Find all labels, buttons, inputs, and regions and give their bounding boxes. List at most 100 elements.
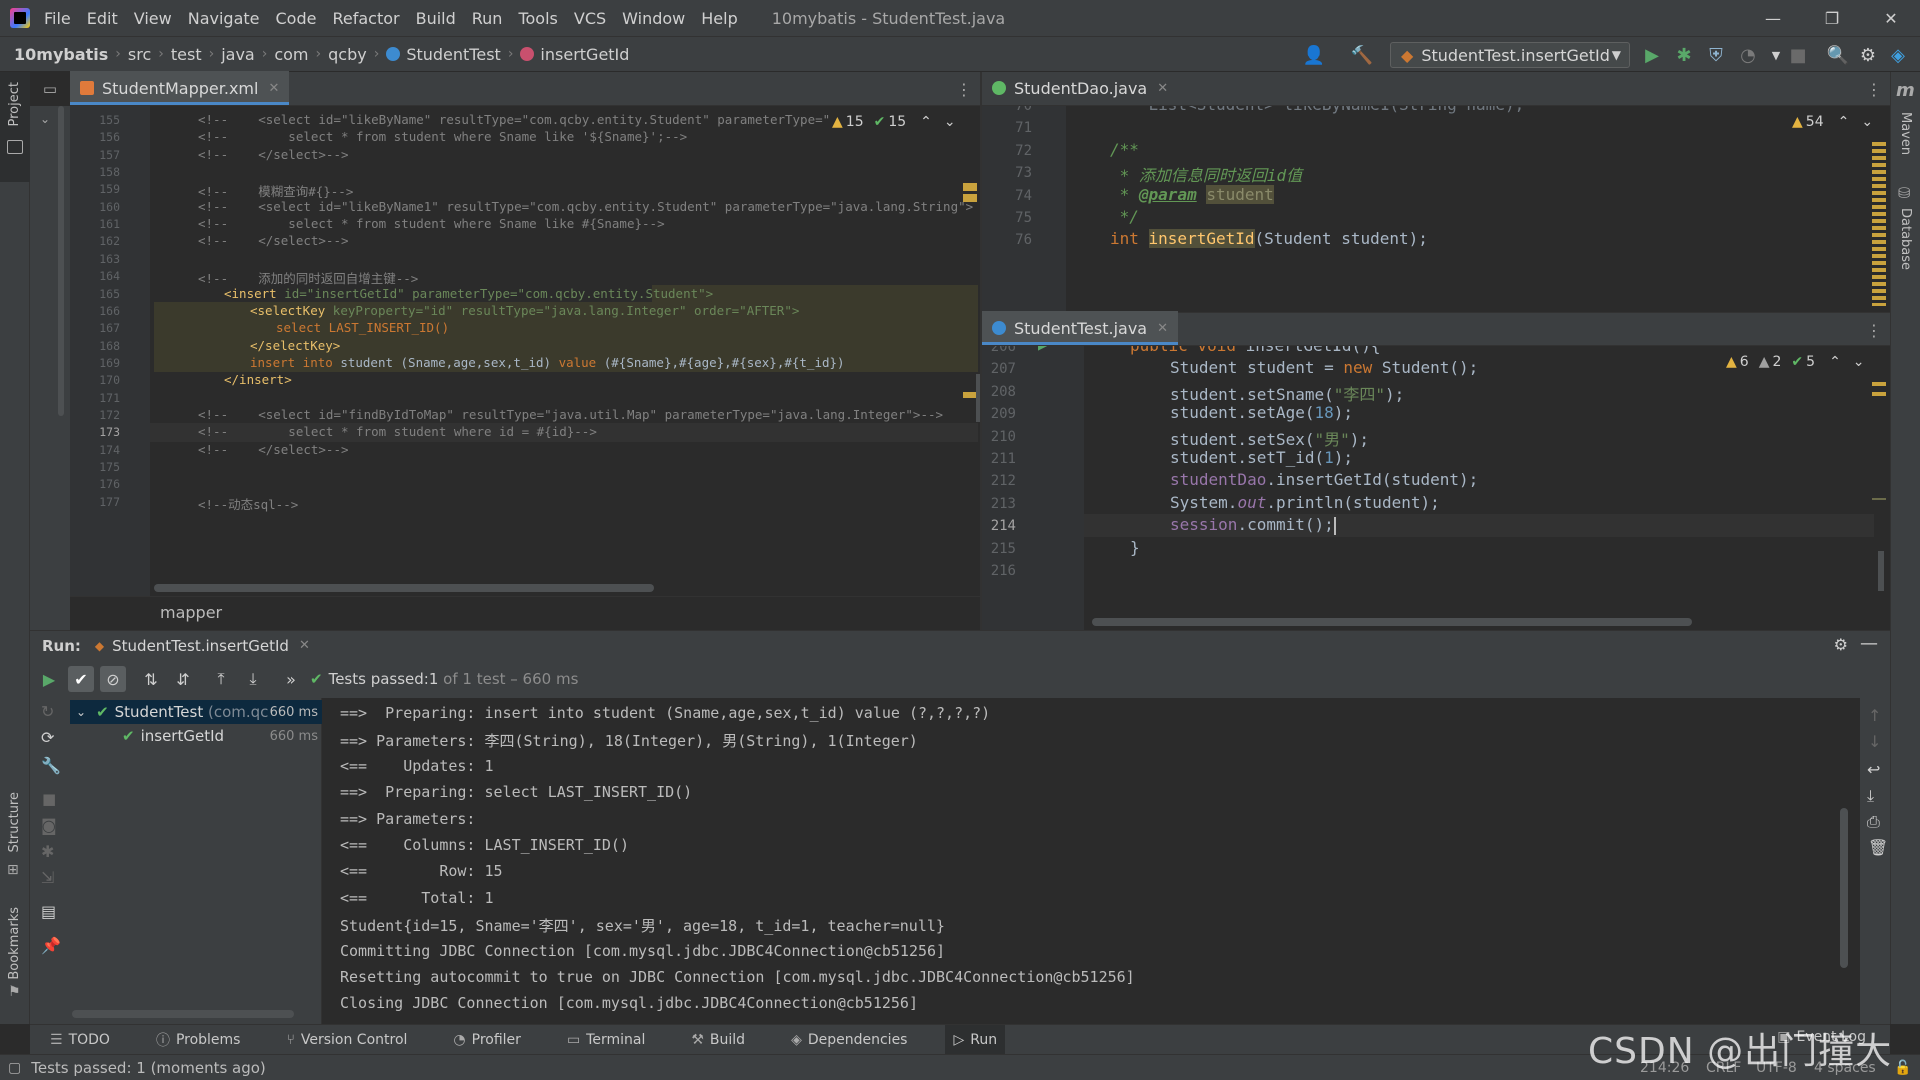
tree-horizontal-scrollbar[interactable] — [72, 1010, 294, 1018]
test-horizontal-scrollbar[interactable] — [1092, 618, 1692, 626]
breadcrumb-src[interactable]: src — [128, 45, 151, 64]
test-code-editor[interactable]: 206 public void insertGetId(){207 Student … — [982, 346, 1890, 630]
close-icon[interactable]: ✕ — [268, 81, 279, 96]
menu-refactor[interactable]: Refactor — [332, 9, 399, 28]
tool-build[interactable]: ⚒ Build — [683, 1025, 753, 1055]
warning-marker[interactable] — [1872, 382, 1886, 386]
menu-vcs[interactable]: VCS — [574, 9, 606, 28]
breadcrumb-com[interactable]: com — [274, 45, 308, 64]
dao-code-editor[interactable]: 70 List<Student> likeByName1(String name… — [982, 106, 1890, 312]
minimize-panel-icon[interactable]: — — [1860, 633, 1878, 654]
soft-wrap-icon[interactable]: ↩ — [1867, 760, 1880, 779]
close-window-button[interactable]: ✕ — [1862, 0, 1920, 36]
print-icon[interactable]: ⎙ — [1867, 812, 1880, 832]
sort-alpha-icon[interactable]: ⇅ — [138, 666, 164, 692]
tool-run[interactable]: ▷ Run — [945, 1024, 1006, 1055]
tree-row-test[interactable]: ✔ insertGetId 660 ms — [70, 724, 322, 748]
xml-code-editor[interactable]: 155 <!-- <select id="likeByName" resultTy… — [70, 106, 980, 596]
warning-marker[interactable] — [963, 194, 977, 202]
project-tool-tab[interactable]: Project — [0, 72, 30, 182]
breadcrumb-project[interactable]: 10mybatis — [14, 45, 108, 64]
database-tool-label[interactable]: Database — [1898, 208, 1913, 270]
xml-horizontal-scrollbar[interactable] — [154, 584, 654, 592]
breadcrumb-java[interactable]: java — [221, 45, 255, 64]
profile-icon[interactable]: ◔ — [1736, 43, 1760, 67]
run-configuration-select[interactable]: ◆ StudentTest.insertGetId ▼ — [1390, 42, 1630, 68]
dao-inspection-widget[interactable]: ▲ 54 ⌃ ⌄ — [1792, 114, 1873, 130]
search-icon[interactable]: 🔍 — [1826, 43, 1850, 67]
chevron-down-icon[interactable]: ⌄ — [1861, 114, 1873, 130]
tab-studentmapper-xml[interactable]: StudentMapper.xml ✕ — [70, 71, 290, 105]
menu-window[interactable]: Window — [622, 9, 685, 28]
user-icon[interactable]: 👤 — [1302, 43, 1326, 67]
chevron-up-icon[interactable]: ⌃ — [1838, 114, 1850, 130]
tree-row-suite[interactable]: ⌄ ✔ StudentTest (com.qc 660 ms — [70, 700, 322, 724]
restore-button[interactable]: ❐ — [1803, 0, 1861, 36]
pin-icon[interactable]: 📌 — [41, 936, 61, 955]
chevron-up-icon[interactable]: ⌃ — [1829, 354, 1841, 370]
more-vertical-icon[interactable]: ⋮ — [1866, 80, 1882, 99]
arrow-down-icon[interactable]: ↓ — [1868, 732, 1881, 751]
dao-warning-stripe[interactable] — [1872, 142, 1886, 306]
menu-edit[interactable]: Edit — [87, 9, 118, 28]
sort-duration-icon[interactable]: ⇵ — [170, 666, 196, 692]
console-scrollbar[interactable] — [1840, 808, 1848, 968]
gear-icon[interactable]: ⚙ — [1856, 43, 1880, 67]
rerun-icon[interactable]: ▶ — [36, 666, 62, 692]
minimize-button[interactable]: — — [1744, 0, 1802, 36]
build-hammer-icon[interactable]: 🔨 — [1350, 43, 1374, 67]
warning-marker[interactable] — [963, 392, 977, 398]
show-passed-icon[interactable]: ✔ — [68, 666, 94, 692]
layout-icon[interactable]: ▢ — [8, 1060, 21, 1076]
coverage-icon[interactable]: ⛨ — [1704, 43, 1728, 67]
test-inspection-widget[interactable]: ▲ 6 ▲ 2 ✔ 5 ⌃ ⌄ — [1726, 354, 1865, 370]
breadcrumb-qcby[interactable]: qcby — [328, 45, 367, 64]
chevron-down-icon[interactable]: ⌄ — [40, 112, 50, 126]
collapse-all-icon[interactable]: ⤓ — [240, 666, 266, 692]
debug-icon[interactable]: ✱ — [1672, 43, 1696, 67]
gear-icon[interactable]: ⚙ — [1834, 635, 1848, 654]
arrow-up-icon[interactable]: ↑ — [1868, 706, 1881, 725]
tool-terminal[interactable]: ▭ Terminal — [559, 1025, 653, 1055]
tool-problems[interactable]: ⓘ Problems — [148, 1025, 249, 1055]
run-icon[interactable]: ▶ — [1640, 43, 1664, 67]
menu-view[interactable]: View — [134, 9, 172, 28]
bookmarks-tool-label[interactable]: Bookmarks — [7, 907, 22, 980]
rerun-failed-icon[interactable]: ↻ — [41, 702, 54, 721]
tool-todo[interactable]: ☰ TODO — [42, 1025, 118, 1055]
camera-icon[interactable]: ◙ — [41, 816, 57, 835]
console-output[interactable]: ==> Preparing: insert into student (Snam… — [322, 698, 1860, 1024]
close-icon[interactable]: ✕ — [1157, 321, 1168, 336]
menu-help[interactable]: Help — [701, 9, 737, 28]
warning-marker[interactable] — [1872, 498, 1886, 500]
close-icon[interactable]: ✕ — [1157, 81, 1168, 96]
menu-code[interactable]: Code — [276, 9, 317, 28]
xml-inspection-widget[interactable]: ▲ 15 ✔ 15 ⌃ ⌄ — [832, 114, 956, 130]
more-vertical-icon[interactable]: ⋮ — [956, 80, 972, 99]
tab-studenttest-java[interactable]: StudentTest.java ✕ — [982, 311, 1179, 345]
breadcrumb-test[interactable]: test — [171, 45, 202, 64]
status-message[interactable]: Tests passed: 1 (moments ago) — [31, 1059, 266, 1077]
breadcrumb-class[interactable]: StudentTest — [386, 45, 501, 64]
xml-breadcrumb-mapper[interactable]: mapper — [160, 603, 222, 622]
menu-build[interactable]: Build — [416, 9, 456, 28]
stop-icon[interactable]: ■ — [1786, 43, 1810, 67]
expand-all-icon[interactable]: ⤒ — [208, 666, 234, 692]
tool-version-control[interactable]: ⑂ Version Control — [278, 1025, 415, 1055]
more-actions-icon[interactable]: » — [278, 666, 304, 692]
menu-navigate[interactable]: Navigate — [188, 9, 260, 28]
tab-studentdao-java[interactable]: StudentDao.java ✕ — [982, 71, 1178, 105]
project-scrollbar[interactable] — [58, 106, 64, 416]
layout-icon[interactable]: ▭ — [30, 72, 70, 106]
import-icon[interactable]: ⇲ — [41, 868, 54, 887]
bug-icon[interactable]: ✱ — [41, 842, 54, 861]
chevron-down-icon[interactable]: ⌄ — [944, 114, 956, 130]
chevron-down-icon[interactable]: ⌄ — [1853, 354, 1865, 370]
layout-icon[interactable]: ▤ — [41, 902, 56, 921]
more-run-chevron-icon[interactable]: ▼ — [1764, 43, 1788, 67]
stop-icon[interactable]: ■ — [42, 790, 56, 808]
warning-marker[interactable] — [963, 183, 977, 191]
menu-tools[interactable]: Tools — [518, 9, 557, 28]
jetbrains-toolbox-icon[interactable]: ◈ — [1886, 43, 1910, 67]
run-test-gutter-icon[interactable]: ▶ — [1038, 346, 1048, 353]
